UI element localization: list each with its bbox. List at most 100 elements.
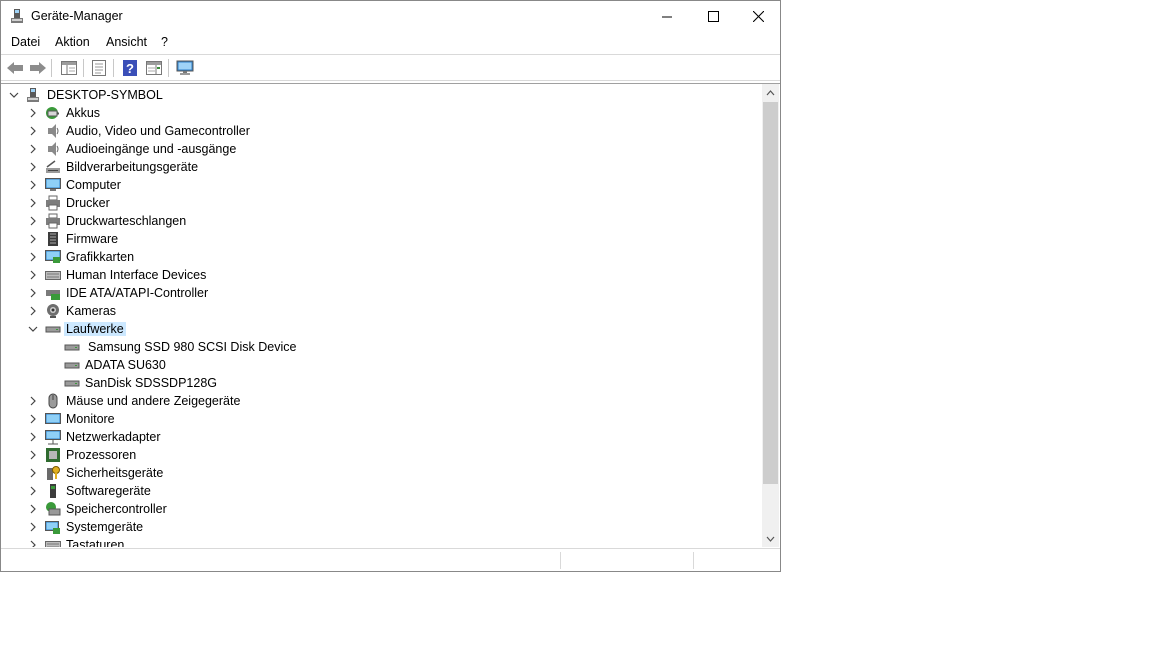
help-button[interactable]: ?: [120, 58, 140, 78]
expand-toggle[interactable]: [26, 178, 40, 192]
tree-category[interactable]: IDE ATA/ATAPI-Controller: [1, 284, 761, 302]
expand-toggle[interactable]: [26, 286, 40, 300]
tree-category[interactable]: Softwaregeräte: [1, 482, 761, 500]
action-pane-button[interactable]: [144, 58, 164, 78]
menu-help[interactable]: ?: [161, 35, 168, 49]
tree-category[interactable]: Drucker: [1, 194, 761, 212]
category-label: IDE ATA/ATAPI-Controller: [66, 286, 209, 300]
tree-device[interactable]: ADATA SU630: [1, 356, 761, 374]
chevron-up-icon: [766, 89, 775, 95]
category-label: Firmware: [66, 232, 119, 246]
tree-category[interactable]: Prozessoren: [1, 446, 761, 464]
maximize-button[interactable]: [690, 1, 736, 32]
expand-toggle[interactable]: [26, 106, 40, 120]
tree-category[interactable]: Audioeingänge und -ausgänge: [1, 140, 761, 158]
status-bar: [1, 548, 780, 571]
expand-toggle[interactable]: [26, 394, 40, 408]
scan-hardware-button[interactable]: [175, 58, 195, 78]
expand-toggle[interactable]: [26, 502, 40, 516]
properties-button[interactable]: [89, 58, 109, 78]
category-label: Human Interface Devices: [66, 268, 207, 282]
tree-category[interactable]: Speichercontroller: [1, 500, 761, 518]
expand-toggle[interactable]: [26, 466, 40, 480]
processor-icon: [46, 448, 60, 462]
menu-datei[interactable]: Datei: [11, 35, 40, 49]
expand-toggle[interactable]: [26, 124, 40, 138]
tree-category[interactable]: Bildverarbeitungsgeräte: [1, 158, 761, 176]
expand-toggle[interactable]: [26, 538, 40, 547]
title-bar[interactable]: Geräte-Manager: [1, 1, 780, 32]
forward-button[interactable]: [28, 58, 48, 78]
mouse-icon: [48, 393, 58, 409]
expand-toggle[interactable]: [26, 160, 40, 174]
expand-toggle[interactable]: [26, 142, 40, 156]
tree-category[interactable]: Human Interface Devices: [1, 266, 761, 284]
chevron-right-icon: [30, 540, 36, 547]
expand-toggle[interactable]: [26, 268, 40, 282]
tree-device[interactable]: SanDisk SDSSDP128G: [1, 374, 761, 392]
chevron-right-icon: [30, 522, 36, 532]
tree-category[interactable]: Computer: [1, 176, 761, 194]
chevron-down-icon: [9, 92, 19, 98]
collapse-toggle[interactable]: [26, 322, 40, 336]
chevron-right-icon: [30, 468, 36, 478]
vertical-scrollbar[interactable]: [762, 84, 779, 547]
tree-category[interactable]: Firmware: [1, 230, 761, 248]
tree-category[interactable]: Kameras: [1, 302, 761, 320]
tree-category[interactable]: Audio, Video und Gamecontroller: [1, 122, 761, 140]
tree-category[interactable]: Systemgeräte: [1, 518, 761, 536]
category-label: Tastaturen: [66, 538, 125, 547]
expand-toggle[interactable]: [26, 430, 40, 444]
chevron-down-icon: [28, 326, 38, 332]
device-tree[interactable]: DESKTOP-SYMBOL Akkus Audio, Video und Ga…: [1, 83, 780, 547]
minimize-button[interactable]: [644, 1, 690, 32]
scroll-thumb[interactable]: [763, 102, 778, 484]
tree-category[interactable]: Druckwarteschlangen: [1, 212, 761, 230]
tree-category[interactable]: Netzwerkadapter: [1, 428, 761, 446]
expand-toggle[interactable]: [26, 250, 40, 264]
back-button[interactable]: [5, 58, 25, 78]
expand-toggle[interactable]: [26, 520, 40, 534]
tree-category-expanded[interactable]: Laufwerke: [1, 320, 761, 338]
disk-drive-icon: [45, 326, 61, 333]
chevron-right-icon: [30, 432, 36, 442]
expand-toggle[interactable]: [26, 196, 40, 210]
tree-device[interactable]: Samsung SSD 980 SCSI Disk Device: [1, 338, 761, 356]
chevron-right-icon: [30, 234, 36, 244]
expand-toggle[interactable]: [26, 448, 40, 462]
scan-hardware-icon: [176, 60, 194, 75]
menu-aktion[interactable]: Aktion: [55, 35, 90, 49]
menu-ansicht[interactable]: Ansicht: [106, 35, 147, 49]
close-button[interactable]: [735, 1, 781, 32]
category-label: Softwaregeräte: [66, 484, 151, 498]
expand-toggle[interactable]: [26, 412, 40, 426]
chevron-right-icon: [30, 108, 36, 118]
category-label: Grafikkarten: [66, 250, 135, 264]
expand-toggle[interactable]: [26, 304, 40, 318]
tree-root[interactable]: DESKTOP-SYMBOL: [1, 86, 761, 104]
monitor-icon: [45, 413, 61, 424]
tree-category[interactable]: Monitore: [1, 410, 761, 428]
expand-toggle[interactable]: [26, 484, 40, 498]
category-label: Audioeingänge und -ausgänge: [66, 142, 237, 156]
category-label: Monitore: [66, 412, 115, 426]
tree-category[interactable]: Sicherheitsgeräte: [1, 464, 761, 482]
chevron-right-icon: [30, 126, 36, 136]
tree-category[interactable]: Akkus: [1, 104, 761, 122]
tree-category[interactable]: Mäuse und andere Zeigegeräte: [1, 392, 761, 410]
category-label: Computer: [66, 178, 121, 192]
printer-icon: [46, 213, 60, 229]
tree-category[interactable]: Tastaturen: [1, 536, 761, 547]
speaker-icon: [48, 142, 59, 156]
device-manager-window: Geräte-Manager Datei Aktion Ansicht ? ? …: [0, 0, 781, 572]
scroll-up-button[interactable]: [762, 84, 779, 101]
tree-category[interactable]: Grafikkarten: [1, 248, 761, 266]
scroll-down-button[interactable]: [762, 530, 779, 547]
chevron-right-icon: [30, 288, 36, 298]
device-label: SanDisk SDSSDP128G: [85, 376, 218, 390]
collapse-root-toggle[interactable]: [7, 88, 21, 102]
expand-toggle[interactable]: [26, 214, 40, 228]
console-tree-button[interactable]: [59, 58, 79, 78]
status-divider: [560, 552, 561, 569]
expand-toggle[interactable]: [26, 232, 40, 246]
